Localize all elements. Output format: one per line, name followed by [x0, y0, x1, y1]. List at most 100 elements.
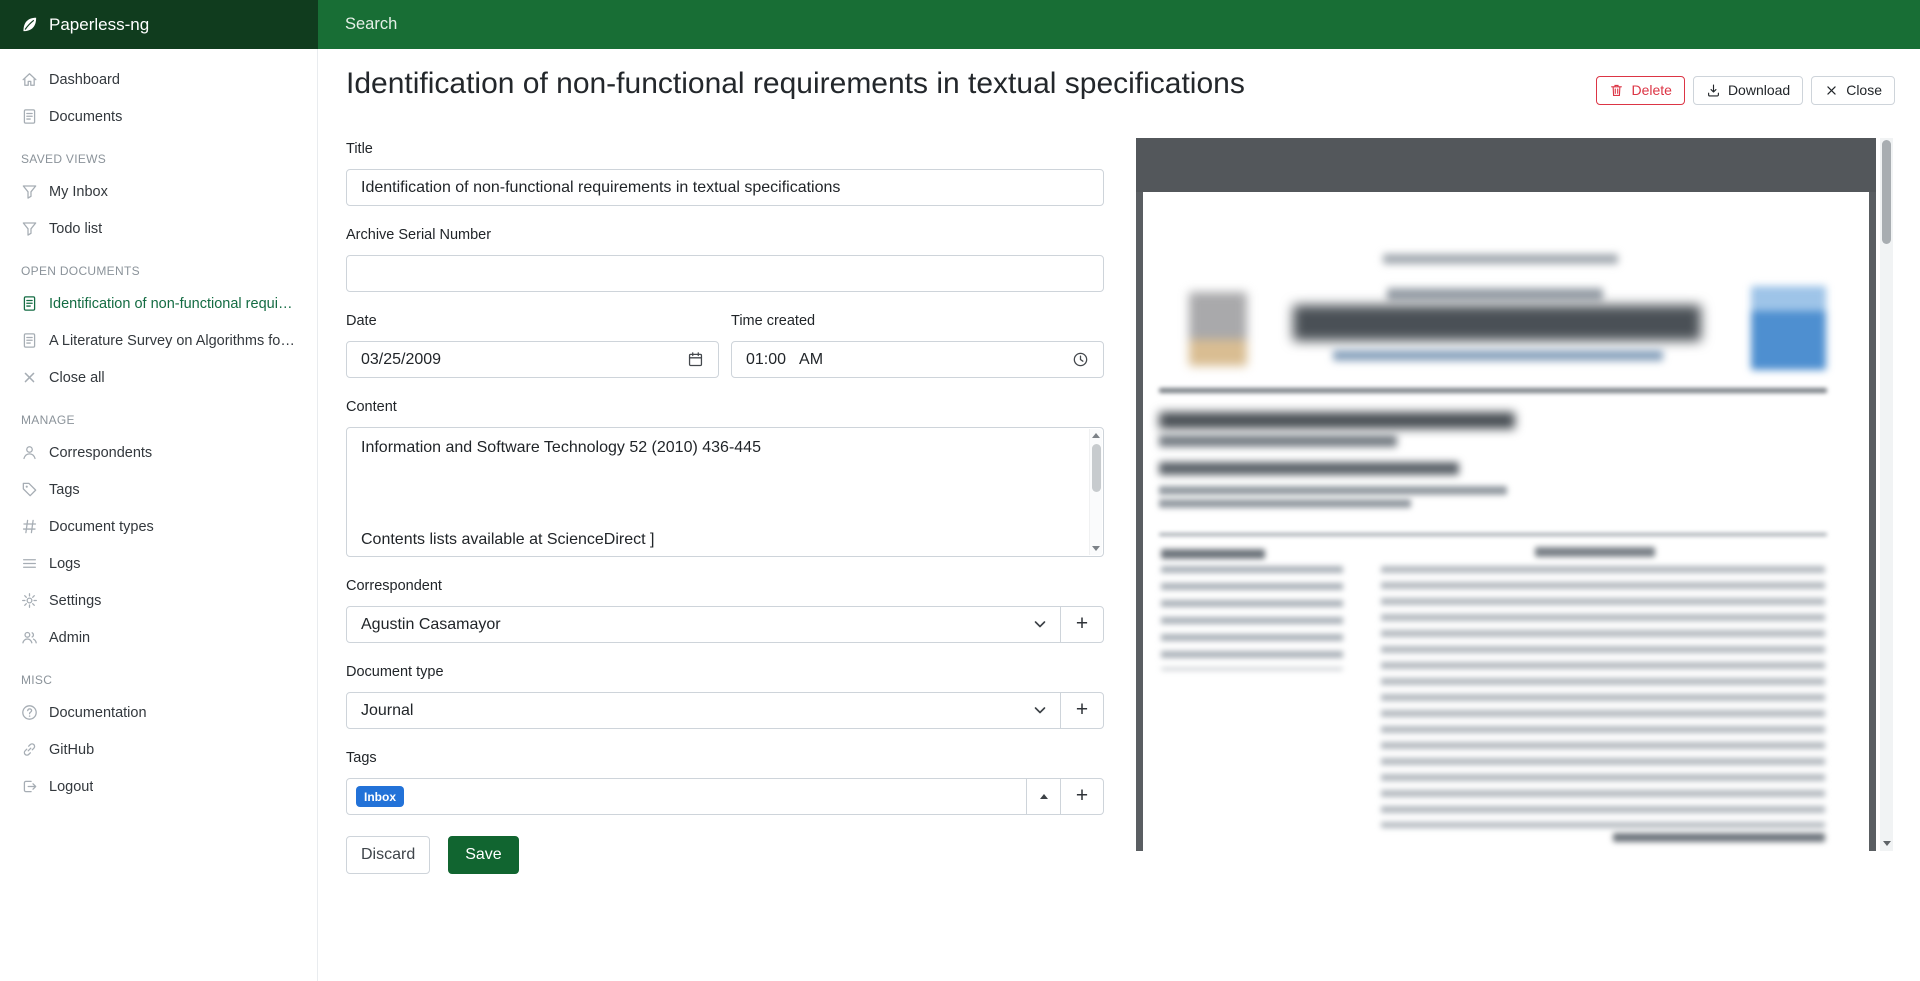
- sidebar-item-todo-list[interactable]: Todo list: [0, 210, 317, 247]
- sidebar-item-label: Document types: [49, 519, 154, 535]
- calendar-icon[interactable]: [687, 351, 704, 368]
- plus-icon: +: [1076, 699, 1088, 720]
- content-label: Content: [346, 399, 1104, 416]
- main-content: Identification of non-functional require…: [318, 49, 1920, 981]
- document-actions: Delete Download Close: [1596, 76, 1895, 105]
- asn-input[interactable]: [346, 255, 1104, 292]
- sidebar-section-misc: MISC: [0, 656, 317, 694]
- scroll-down-arrow-icon[interactable]: [1092, 546, 1100, 551]
- scroll-up-arrow-icon[interactable]: [1092, 433, 1100, 438]
- document-type-select[interactable]: Journal: [346, 692, 1061, 729]
- sidebar-item-dashboard[interactable]: Dashboard: [0, 61, 317, 98]
- sidebar-item-logs[interactable]: Logs: [0, 545, 317, 582]
- sidebar-item-my-inbox[interactable]: My Inbox: [0, 173, 317, 210]
- save-button[interactable]: Save: [448, 836, 518, 874]
- download-button[interactable]: Download: [1693, 76, 1803, 105]
- pdf-blur-affiliation-1: [1159, 486, 1507, 495]
- pdf-blur-journal-cover: [1751, 286, 1826, 370]
- document-type-input-group: Journal +: [346, 692, 1104, 729]
- sidebar-section-manage: MANAGE: [0, 396, 317, 434]
- form-buttons: Discard Save: [346, 836, 1104, 874]
- question-circle-icon: [21, 704, 38, 721]
- sidebar-item-correspondents[interactable]: Correspondents: [0, 434, 317, 471]
- time-period: AM: [799, 351, 823, 369]
- tags-dropdown-button[interactable]: [1026, 778, 1061, 815]
- pdf-blur-affiliation-2: [1159, 499, 1411, 508]
- person-icon: [21, 444, 38, 461]
- sidebar-item-documentation[interactable]: Documentation: [0, 694, 317, 731]
- tag-badge-inbox[interactable]: Inbox: [356, 786, 404, 807]
- sidebar-item-tags[interactable]: Tags: [0, 471, 317, 508]
- download-button-label: Download: [1728, 82, 1790, 99]
- add-correspondent-button[interactable]: +: [1060, 606, 1104, 643]
- tags-input[interactable]: Inbox: [346, 778, 1027, 815]
- title-input[interactable]: [346, 169, 1104, 206]
- time-field-group: Time created 01:00 AM: [731, 313, 1104, 378]
- sidebar-item-label: Logs: [49, 556, 80, 572]
- pdf-blur-header-line-2: [1387, 288, 1603, 301]
- sidebar-item-label: Dashboard: [49, 72, 120, 88]
- time-value: 01:00: [746, 351, 786, 369]
- pdf-blur-paper-subtitle: [1159, 435, 1397, 447]
- sidebar: Dashboard Documents SAVED VIEWS My Inbox…: [0, 49, 318, 981]
- document-type-label: Document type: [346, 664, 1104, 681]
- app-brand[interactable]: Paperless-ng: [0, 0, 318, 49]
- pdf-scroll-thumb[interactable]: [1882, 140, 1891, 244]
- global-search-input[interactable]: [345, 15, 1025, 34]
- content-scrollbar[interactable]: [1089, 429, 1102, 555]
- pdf-blur-rule-top: [1159, 388, 1827, 393]
- gear-icon: [21, 592, 38, 609]
- link-icon: [21, 741, 38, 758]
- content-text: Information and Software Technology 52 (…: [347, 428, 1103, 556]
- time-input[interactable]: 01:00 AM: [731, 341, 1104, 378]
- date-input[interactable]: 03/25/2009: [346, 341, 719, 378]
- correspondent-select[interactable]: Agustin Casamayor: [346, 606, 1061, 643]
- brand-name: Paperless-ng: [49, 15, 149, 35]
- pdf-scroll-down-arrow-icon[interactable]: [1883, 841, 1891, 846]
- pdf-blur-journal-title: [1293, 305, 1701, 341]
- caret-up-icon: [1040, 794, 1048, 799]
- discard-button[interactable]: Discard: [346, 836, 430, 874]
- sidebar-item-label: Admin: [49, 630, 90, 646]
- add-tag-button[interactable]: +: [1060, 778, 1104, 815]
- top-navbar: Paperless-ng: [0, 0, 1920, 49]
- sidebar-item-document-types[interactable]: Document types: [0, 508, 317, 545]
- date-time-row: Date 03/25/2009 Time created 01:00 AM: [346, 313, 1104, 399]
- close-button-label: Close: [1846, 82, 1882, 99]
- content-field-group: Content Information and Software Technol…: [346, 399, 1104, 557]
- pdf-blur-abstract-footer: [1613, 833, 1825, 842]
- sidebar-open-document-1[interactable]: Identification of non-functional require…: [0, 285, 317, 322]
- pdf-viewport[interactable]: [1136, 192, 1876, 851]
- content-scroll-thumb[interactable]: [1092, 444, 1101, 492]
- title-label: Title: [346, 141, 1104, 158]
- asn-field-group: Archive Serial Number: [346, 227, 1104, 292]
- content-textarea[interactable]: Information and Software Technology 52 (…: [346, 427, 1104, 557]
- sidebar-item-admin[interactable]: Admin: [0, 619, 317, 656]
- pdf-blur-paper-title: [1159, 412, 1515, 429]
- pdf-toolbar[interactable]: [1136, 138, 1876, 192]
- close-button[interactable]: Close: [1811, 76, 1895, 105]
- house-icon: [21, 71, 38, 88]
- file-icon: [21, 108, 38, 125]
- pdf-blur-homepage-line: [1333, 350, 1663, 361]
- sidebar-item-logout[interactable]: Logout: [0, 768, 317, 805]
- clock-icon[interactable]: [1072, 351, 1089, 368]
- delete-button[interactable]: Delete: [1596, 76, 1684, 105]
- pdf-blur-abstract-header: [1535, 547, 1655, 557]
- sidebar-open-document-2[interactable]: A Literature Survey on Algorithms for Mu…: [0, 322, 317, 359]
- time-label: Time created: [731, 313, 1104, 330]
- sidebar-item-label: GitHub: [49, 742, 94, 758]
- sidebar-close-all[interactable]: Close all: [0, 359, 317, 396]
- add-document-type-button[interactable]: +: [1060, 692, 1104, 729]
- pdf-scrollbar[interactable]: [1880, 138, 1893, 851]
- document-type-field-group: Document type Journal +: [346, 664, 1104, 729]
- date-label: Date: [346, 313, 719, 330]
- sidebar-item-github[interactable]: GitHub: [0, 731, 317, 768]
- pdf-blur-header-line-1: [1383, 254, 1618, 264]
- sidebar-item-documents[interactable]: Documents: [0, 98, 317, 135]
- sidebar-item-settings[interactable]: Settings: [0, 582, 317, 619]
- correspondent-select-wrap: Agustin Casamayor: [346, 606, 1061, 643]
- date-field-group: Date 03/25/2009: [346, 313, 719, 378]
- tags-input-group: Inbox +: [346, 778, 1104, 815]
- asn-label: Archive Serial Number: [346, 227, 1104, 244]
